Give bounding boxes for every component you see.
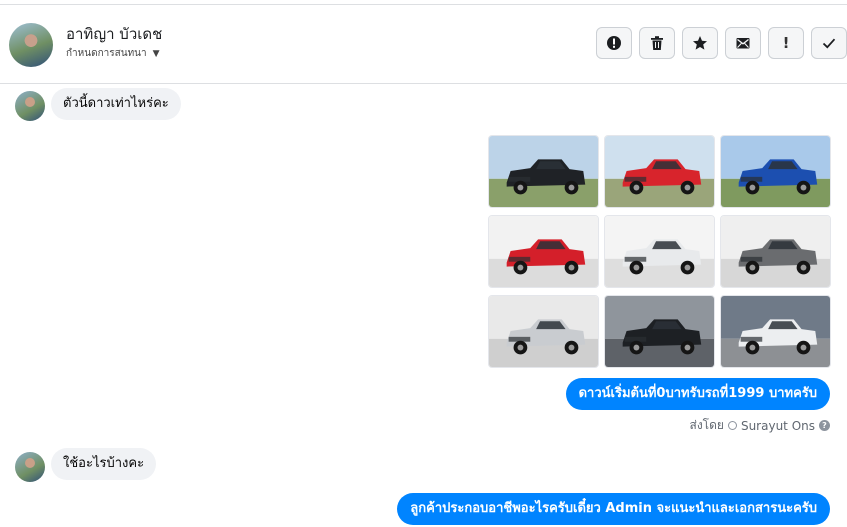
mark-spam-button[interactable]: ! [768,27,804,59]
incoming-message[interactable]: ใช้อะไรบ้างคะ [51,448,157,480]
pickup-truck-image [489,216,598,287]
help-icon[interactable]: ? [819,420,830,431]
photo-attachment-grid [488,135,831,369]
outgoing-message[interactable]: ลูกค้าประกอบอาชีพอะไรครับเดี๋ยว Admin จะ… [397,493,830,525]
sender-avatar[interactable] [15,452,45,482]
vehicle-photo[interactable] [488,135,599,208]
star-icon [693,36,707,50]
conversation-settings-dropdown[interactable]: กำหนดการสนทนา ▼ [66,46,160,61]
pickup-truck-image [605,296,714,367]
pickup-truck-image [489,296,598,367]
envelope-icon [736,38,750,49]
vehicle-photo[interactable] [488,215,599,288]
outgoing-message[interactable]: ดาวน์เริ่มต้นที่0บาทรับรถที่1999 บาทครับ [565,378,830,410]
conversation-settings-label: กำหนดการสนทนา [66,48,147,59]
vehicle-photo[interactable] [604,295,715,368]
alert-circle-icon [607,36,621,50]
pickup-truck-image [489,136,598,207]
sent-by-info: ส่งโดย Surayut Ons ? [689,416,830,435]
pickup-truck-image [605,136,714,207]
checkmark-icon [822,38,836,49]
delete-button[interactable] [639,27,675,59]
conversation-header: อาทิญา บัวเดช กำหนดการสนทนา ▼ ! [0,5,847,84]
star-button[interactable] [682,27,718,59]
pickup-truck-image [721,296,830,367]
contact-name[interactable]: อาทิญา บัวเดช [66,22,162,46]
mark-unread-button[interactable] [725,27,761,59]
incoming-message[interactable]: ตัวนี้ดาวเท่าไหร่คะ [51,88,181,120]
vehicle-photo[interactable] [720,215,831,288]
vehicle-photo[interactable] [604,215,715,288]
contact-avatar[interactable] [9,23,53,67]
header-actions: ! [596,27,847,59]
report-button[interactable] [596,27,632,59]
page-icon [727,421,737,430]
exclamation-icon: ! [782,34,790,52]
vehicle-photo[interactable] [720,295,831,368]
caret-down-icon: ▼ [152,48,160,59]
vehicle-photo[interactable] [604,135,715,208]
pickup-truck-image [605,216,714,287]
trash-icon [651,36,663,50]
mark-done-button[interactable] [811,27,847,59]
pickup-truck-image [721,216,830,287]
pickup-truck-image [721,136,830,207]
sender-avatar[interactable] [15,91,45,121]
sent-by-name[interactable]: Surayut Ons [741,419,815,433]
sent-by-prefix: ส่งโดย [689,418,724,432]
vehicle-photo[interactable] [488,295,599,368]
vehicle-photo[interactable] [720,135,831,208]
